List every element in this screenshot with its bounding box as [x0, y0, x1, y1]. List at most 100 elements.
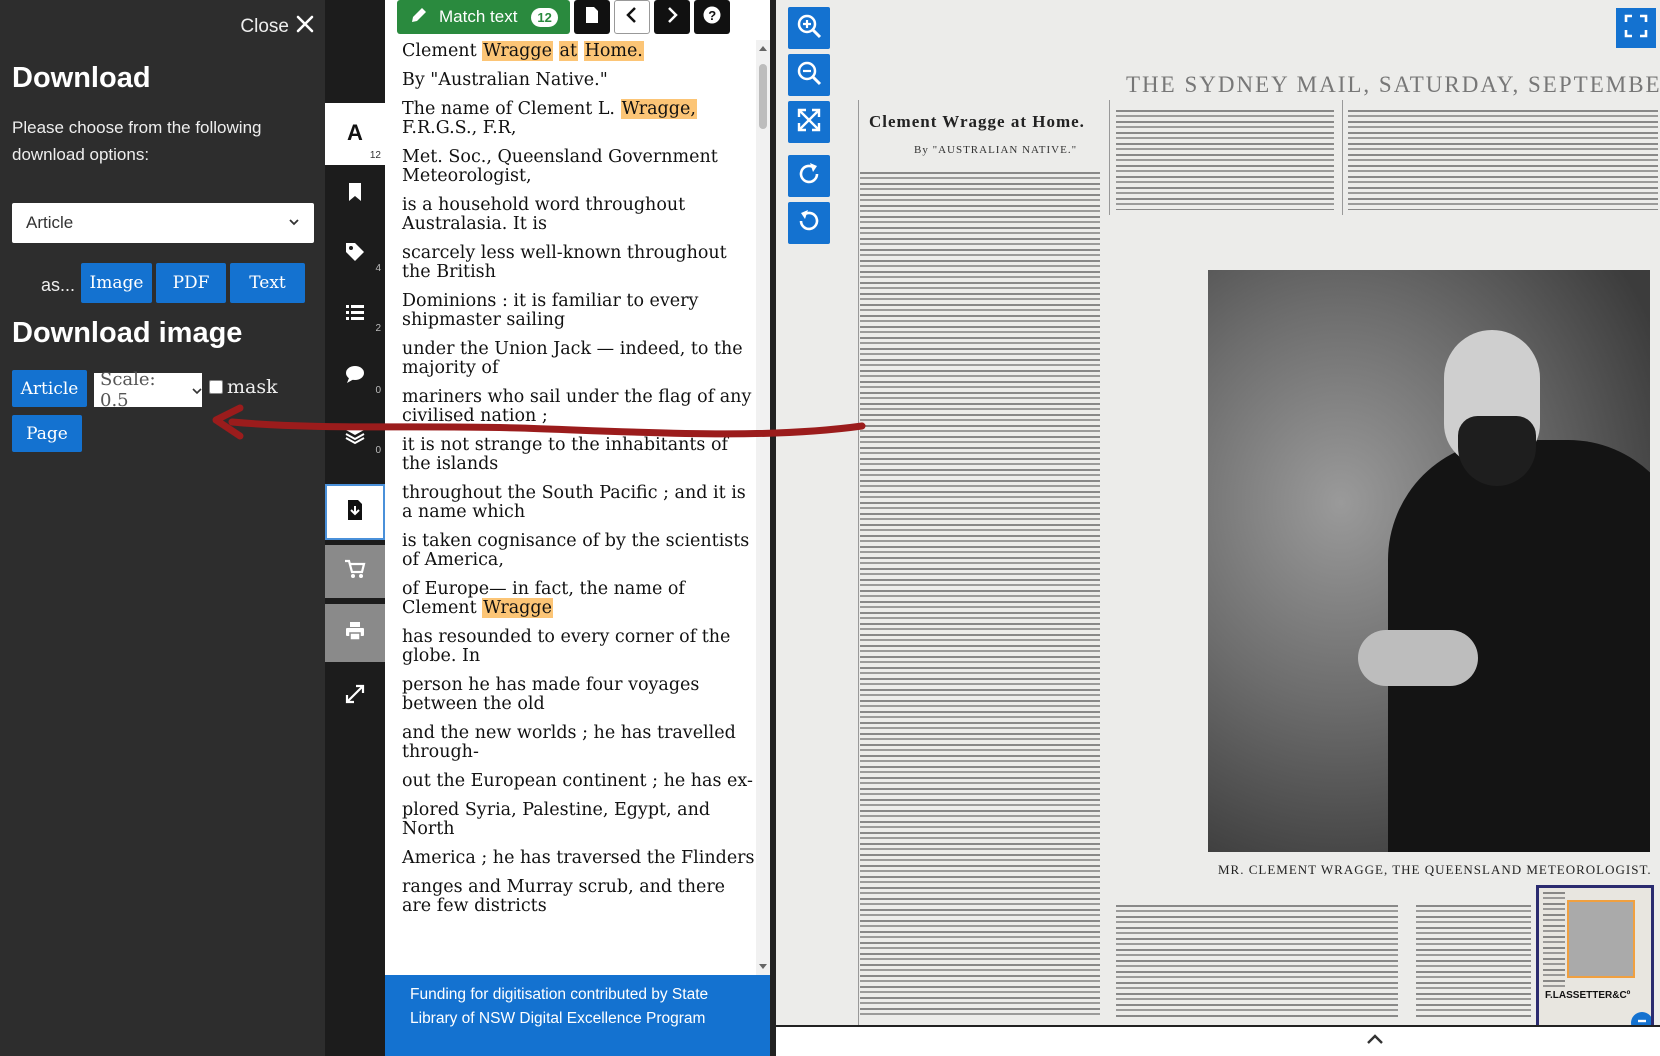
article-column[interactable]	[860, 172, 1100, 1017]
mask-option[interactable]: mask	[209, 376, 278, 398]
portrait-photo	[1208, 270, 1650, 852]
as-label: as...	[41, 275, 76, 295]
match-text-button[interactable]: Match text 12	[397, 0, 570, 34]
fullscreen-icon	[1624, 14, 1648, 43]
rotate-left-button[interactable]	[788, 202, 830, 244]
ocr-line[interactable]: it is not strange to the inhabitants of …	[402, 436, 757, 474]
funding-notice: Funding for digitisation contributed by …	[385, 975, 770, 1056]
ocr-line[interactable]: mariners who sail under the flag of any …	[402, 388, 757, 426]
zoom-out-icon	[796, 60, 822, 91]
viewer-bottom-bar	[776, 1025, 1660, 1056]
format-select[interactable]: Article	[12, 203, 314, 243]
text-format-button[interactable]: Text	[230, 263, 305, 303]
ocr-line[interactable]: is a household word throughout Australas…	[402, 196, 757, 234]
ocr-line[interactable]: The name of Clement L. Wragge, F.R.G.S.,…	[402, 99, 757, 138]
photo-caption: MR. CLEMENT WRAGGE, THE QUEENSLAND METEO…	[1218, 862, 1652, 877]
zoom-out-button[interactable]	[788, 54, 830, 96]
thumbnail-column	[1543, 892, 1565, 987]
ocr-line[interactable]: and the new worlds ; he has travelled th…	[402, 724, 757, 762]
next-button[interactable]	[653, 0, 690, 34]
text-tool-button[interactable]: A 12	[325, 103, 385, 165]
versions-tool-button[interactable]: 0	[325, 412, 385, 460]
ocr-line[interactable]: out the European continent ; he has ex-	[402, 772, 757, 791]
page-image-button[interactable]: Page	[12, 415, 82, 452]
bookmark-tool-button[interactable]	[325, 170, 385, 218]
file-button[interactable]	[573, 0, 610, 34]
ocr-line[interactable]: ranges and Murray scrub, and there are f…	[402, 878, 757, 916]
fit-arrows-icon	[796, 107, 822, 138]
column-rule	[1109, 100, 1110, 215]
download-tool-button[interactable]	[325, 484, 385, 540]
scroll-down-icon[interactable]	[758, 961, 768, 971]
ocr-line[interactable]: is taken cognisance of by the scientists…	[402, 532, 757, 570]
page-viewer[interactable]: THE SYDNEY MAIL, SATURDAY, SEPTEMBER Cle…	[770, 0, 1660, 1056]
ocr-line[interactable]: America ; he has traversed the Flinders	[402, 849, 757, 868]
download-heading: Download	[12, 62, 151, 94]
format-select-value: Article	[26, 213, 74, 232]
expand-tool-button[interactable]	[325, 672, 385, 720]
print-tool-button[interactable]	[325, 604, 385, 662]
ocr-line[interactable]: of Europe— in fact, the name of Clement …	[402, 580, 757, 618]
fullscreen-button[interactable]	[1616, 8, 1656, 48]
side-toolbar: A 12 4 2 0 0	[325, 0, 385, 1056]
expand-icon	[344, 683, 366, 710]
text-column	[1116, 110, 1334, 210]
download-image-heading: Download image	[12, 317, 243, 349]
portrait-hands	[1358, 630, 1478, 686]
masthead: THE SYDNEY MAIL, SATURDAY, SEPTEMBER	[1126, 72, 1660, 97]
ocr-line[interactable]: throughout the South Pacific ; and it is…	[402, 484, 757, 522]
match-highlight: at	[558, 41, 578, 61]
pencil-icon	[409, 5, 429, 30]
ocr-line[interactable]: scarcely less well-known throughout the …	[402, 244, 757, 282]
article-image-button[interactable]: Article	[12, 370, 87, 407]
comment-tool-button[interactable]: 0	[325, 352, 385, 400]
ocr-line[interactable]: under the Union Jack — indeed, to the ma…	[402, 340, 757, 378]
page-thumbnail[interactable]: F.LASSETTER&Cº	[1536, 885, 1654, 1035]
chevron-right-icon	[663, 6, 681, 29]
scrollbar[interactable]	[756, 40, 770, 975]
tag-tool-button[interactable]: 4	[325, 230, 385, 278]
help-button[interactable]: ?	[693, 0, 730, 34]
ocr-line[interactable]: person he has made four voyages between …	[402, 676, 757, 714]
close-icon	[295, 14, 315, 39]
fit-page-button[interactable]	[788, 101, 830, 143]
tags-count: 4	[375, 263, 381, 274]
mask-checkbox[interactable]	[209, 380, 223, 394]
list-icon	[344, 301, 366, 328]
list-tool-button[interactable]: 2	[325, 290, 385, 338]
text-toolbar: Match text 12 ?	[397, 0, 730, 34]
close-label: Close	[240, 15, 289, 37]
cart-tool-button[interactable]	[325, 545, 385, 598]
ocr-line[interactable]: Clement Wragge at Home.	[402, 41, 757, 61]
previous-button[interactable]	[613, 0, 650, 34]
scale-select[interactable]: Scale: 0.5	[94, 369, 202, 411]
chevron-down-icon	[192, 380, 202, 401]
image-format-button[interactable]: Image	[81, 263, 152, 303]
text-panel: Match text 12 ? Clement Wragge at Home. B…	[385, 0, 770, 1056]
article-title[interactable]: Clement Wragge at Home.	[869, 112, 1085, 132]
pdf-format-button[interactable]: PDF	[156, 263, 226, 303]
ocr-line[interactable]: By "Australian Native."	[402, 71, 757, 90]
column-rule	[858, 100, 859, 1030]
ocr-line[interactable]: Dominions : it is familiar to every ship…	[402, 292, 757, 330]
scrollbar-thumb[interactable]	[759, 64, 767, 129]
zoom-in-button[interactable]	[788, 7, 830, 49]
newspaper-page: THE SYDNEY MAIL, SATURDAY, SEPTEMBER Cle…	[776, 0, 1660, 1030]
ocr-line[interactable]: plored Syria, Palestine, Egypt, and Nort…	[402, 801, 757, 839]
rotate-right-button[interactable]	[788, 155, 830, 197]
printer-icon	[344, 620, 366, 647]
thumbnail-viewport[interactable]	[1567, 900, 1635, 978]
rotate-left-icon	[796, 208, 822, 239]
chevron-up-icon[interactable]	[1366, 1033, 1384, 1045]
cart-icon	[344, 558, 366, 585]
ocr-line[interactable]: Met. Soc., Queensland Government Meteoro…	[402, 148, 757, 186]
scale-select-value: Scale: 0.5	[100, 369, 156, 411]
ocr-text: Clement Wragge at Home. By "Australian Na…	[385, 34, 757, 975]
chevron-down-icon	[288, 213, 300, 233]
match-highlight: Wragge,	[620, 99, 697, 119]
zoom-in-icon	[796, 13, 822, 44]
ocr-line[interactable]: has resounded to every corner of the glo…	[402, 628, 757, 666]
scroll-up-icon[interactable]	[758, 44, 768, 54]
close-button[interactable]: Close	[240, 14, 315, 39]
match-highlight: Wragge	[482, 598, 553, 618]
